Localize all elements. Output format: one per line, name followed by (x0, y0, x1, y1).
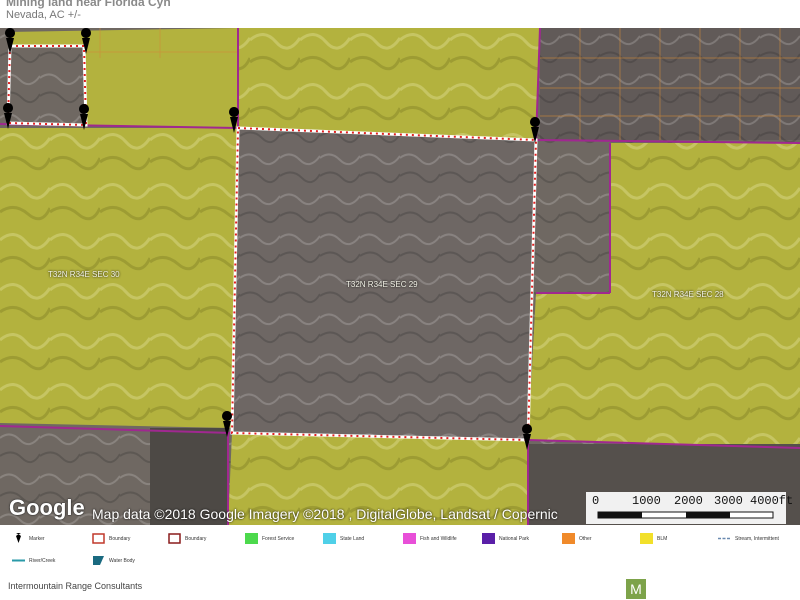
section-label-30: T32N R34E SEC 30 (48, 270, 120, 279)
river-icon (12, 559, 25, 562)
mls-logo: M (626, 579, 646, 599)
legend-item-forest-service: Forest Service (245, 533, 294, 544)
boundary-icon (168, 533, 181, 544)
legend-item-marker: Marker (12, 533, 45, 544)
legend-item-water-body: Water Body (92, 555, 135, 566)
state-land-icon (323, 533, 336, 544)
legend-item-fish-wildlife: Fish and Wildlife (403, 533, 457, 544)
map-attribution: Map data ©2018 Google Imagery ©2018 , Di… (92, 506, 558, 522)
map-canvas (0, 28, 800, 525)
legend-item-boundary-2: Boundary (168, 533, 206, 544)
fish-wildlife-icon (403, 533, 416, 544)
legend-item-boundary: Boundary (92, 533, 130, 544)
section-label-29: T32N R34E SEC 29 (346, 280, 418, 289)
other-icon (562, 533, 575, 544)
legend-item-blm: BLM (640, 533, 667, 544)
national-park-icon (482, 533, 495, 544)
scale-bar: 0 1000 2000 3000 4000ft (586, 492, 793, 524)
map-legend: Marker Boundary Boundary Forest Service … (0, 525, 800, 575)
listing-title: Mining land near Florida Cyn (6, 0, 171, 9)
stream-icon (718, 537, 731, 540)
map-view[interactable]: T32N R34E SEC 30 T32N R34E SEC 29 T32N R… (0, 28, 800, 525)
legend-item-state-land: State Land (323, 533, 364, 544)
legend-item-river: River/Creek (12, 555, 55, 566)
listing-subtitle: Nevada, AC +/- (6, 9, 81, 21)
marker-icon (16, 533, 21, 543)
legend-item-stream: Stream, Intermittent (718, 533, 779, 544)
section-label-28: T32N R34E SEC 28 (652, 290, 724, 299)
legend-item-other: Other (562, 533, 592, 544)
footer: Intermountain Range Consultants M (0, 575, 800, 600)
fine-print (650, 579, 790, 597)
header: Mining land near Florida Cyn Nevada, AC … (0, 0, 800, 28)
water-body-icon (93, 556, 104, 565)
blm-icon (640, 533, 653, 544)
boundary-icon (92, 533, 105, 544)
forest-service-icon (245, 533, 258, 544)
google-logo: Google (9, 495, 85, 520)
scale-bar-graphic (597, 511, 774, 519)
legend-item-national-park: National Park (482, 533, 529, 544)
company-name: Intermountain Range Consultants (8, 581, 143, 591)
